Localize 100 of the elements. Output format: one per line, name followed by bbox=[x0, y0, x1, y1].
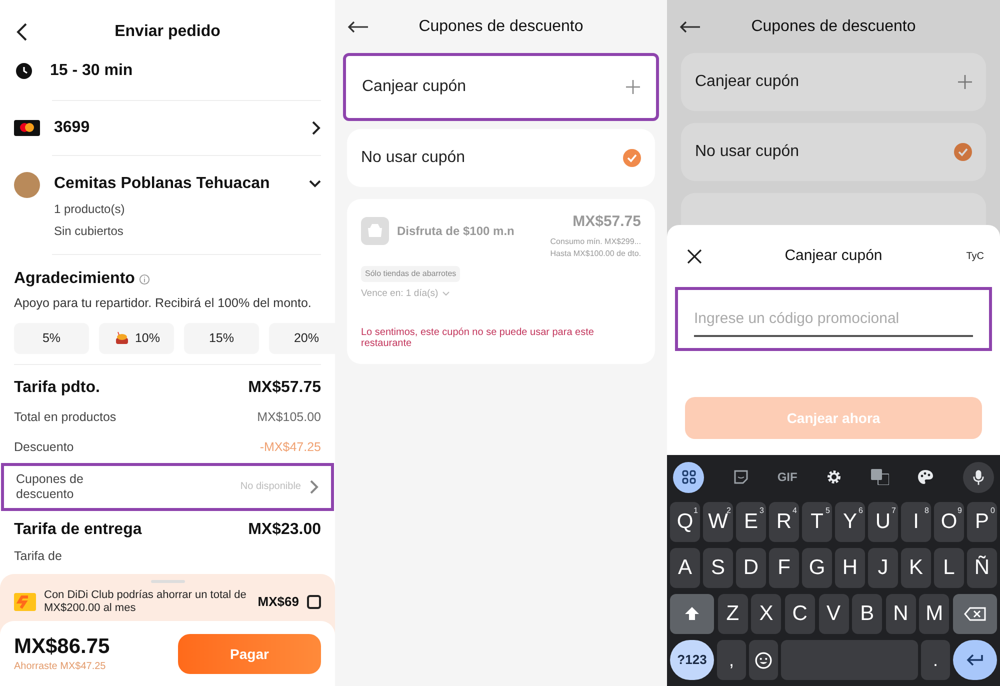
key[interactable]: Ñ bbox=[967, 548, 997, 588]
coupon-expiry: Vence en: 1 día(s) bbox=[361, 286, 438, 300]
key[interactable]: U$^{7}$ bbox=[868, 502, 898, 542]
key-hint: 5 bbox=[826, 506, 830, 515]
tip-option[interactable]: 5% bbox=[14, 322, 89, 354]
expand-chevron-icon[interactable] bbox=[309, 180, 321, 188]
key[interactable]: M bbox=[919, 594, 950, 634]
screen-title: Cupones de descuento bbox=[418, 16, 584, 36]
coupons-row[interactable]: Cupones de descuento No disponible bbox=[1, 462, 334, 511]
coupon-cap: Hasta MX$100.00 de dto. bbox=[550, 248, 641, 260]
key[interactable]: X bbox=[751, 594, 782, 634]
key[interactable]: E$^{3}$ bbox=[736, 502, 766, 542]
cutlery-note: Sin cubiertos bbox=[54, 223, 124, 240]
sticker-icon[interactable] bbox=[732, 469, 749, 485]
delivery-time: 15 - 30 min bbox=[50, 61, 133, 81]
coupon-error-message: Lo sentimos, este cupón no se puede usar para este restaurante bbox=[361, 326, 595, 349]
emoji-key[interactable] bbox=[749, 640, 778, 680]
restaurant-name: Cemitas Poblanas Tehuacan bbox=[54, 174, 271, 194]
redeem-coupon-row[interactable]: Canjear cupón bbox=[343, 53, 659, 121]
apps-grid-icon[interactable] bbox=[673, 462, 704, 492]
no-coupon-row[interactable]: No usar cupón bbox=[681, 123, 986, 181]
fee-label: Descuento bbox=[14, 439, 74, 456]
key[interactable]: L bbox=[934, 548, 964, 588]
chevron-right-icon bbox=[309, 480, 319, 494]
microphone-icon[interactable] bbox=[962, 462, 994, 492]
key-hint: 4 bbox=[792, 506, 797, 515]
key[interactable]: N bbox=[886, 594, 916, 634]
emoji-icon bbox=[755, 652, 772, 668]
comma-key[interactable]: , bbox=[717, 640, 746, 680]
coupon-minimum: Consumo mín. MX$299... bbox=[550, 236, 641, 248]
translate-icon[interactable] bbox=[870, 469, 889, 485]
key-hint: 6 bbox=[858, 506, 863, 515]
back-arrow-icon[interactable] bbox=[679, 20, 701, 32]
no-coupon-label: No usar cupón bbox=[361, 148, 466, 168]
key-hint: 1 bbox=[694, 506, 698, 515]
coupons-status: No disponible bbox=[240, 480, 301, 494]
product-count: 1 producto(s) bbox=[54, 201, 126, 218]
enter-arrow-icon bbox=[966, 654, 984, 666]
no-coupon-row[interactable]: No usar cupón bbox=[347, 129, 655, 187]
enter-key[interactable] bbox=[953, 640, 997, 680]
key[interactable]: O$^{9}$ bbox=[934, 502, 964, 542]
order-total: MX$86.75 bbox=[14, 634, 111, 658]
fee-label: Tarifa de bbox=[14, 548, 63, 565]
key-hint: 2 bbox=[726, 506, 731, 515]
backspace-key[interactable] bbox=[953, 594, 997, 634]
key[interactable]: I $^{8}$ bbox=[901, 502, 931, 542]
key[interactable]: B bbox=[852, 594, 882, 634]
coupon-title: Disfruta de $100 m.n bbox=[397, 223, 514, 240]
key[interactable]: Q$^{1}$ bbox=[670, 502, 700, 542]
key[interactable]: H bbox=[835, 548, 865, 588]
key-hint: 8 bbox=[924, 506, 929, 515]
key[interactable]: Y$^{6}$ bbox=[835, 502, 865, 542]
key-hint: 7 bbox=[892, 506, 896, 515]
backspace-icon bbox=[964, 607, 986, 621]
redeem-label: Canjear cupón bbox=[362, 77, 468, 97]
key[interactable]: J bbox=[868, 548, 898, 588]
key[interactable]: G bbox=[802, 548, 832, 588]
gif-button[interactable]: GIF bbox=[777, 468, 798, 486]
card-icon bbox=[14, 120, 40, 136]
back-icon[interactable] bbox=[16, 23, 28, 41]
palette-icon[interactable] bbox=[917, 469, 934, 485]
tip-option[interactable]: 15% bbox=[184, 322, 259, 354]
key-hint: 3 bbox=[760, 506, 764, 515]
tip-option[interactable]: 10% bbox=[99, 322, 174, 354]
club-checkbox[interactable] bbox=[307, 595, 321, 609]
key[interactable]: S bbox=[703, 548, 733, 588]
key-hint: 9 bbox=[958, 506, 962, 515]
key[interactable]: R$^{4}$ bbox=[769, 502, 799, 542]
key[interactable]: W$^{2}$ bbox=[703, 502, 733, 542]
club-logo-icon bbox=[14, 593, 36, 611]
key[interactable]: V bbox=[818, 594, 848, 634]
key[interactable]: P$^{0}$ bbox=[967, 502, 997, 542]
key[interactable]: C bbox=[784, 594, 815, 634]
key[interactable]: K bbox=[901, 548, 931, 588]
shift-key[interactable] bbox=[670, 594, 714, 634]
key[interactable]: A bbox=[670, 548, 700, 588]
coupon-tag: Sólo tiendas de abarrotes bbox=[361, 266, 460, 282]
symbols-key[interactable]: ?123 bbox=[670, 640, 714, 680]
payment-method-row[interactable]: 3699 bbox=[0, 101, 335, 155]
tip-option[interactable]: 20% bbox=[269, 322, 335, 354]
back-arrow-icon[interactable] bbox=[347, 20, 369, 32]
savings-text: Ahorraste MX$47.25 bbox=[14, 660, 107, 674]
key[interactable]: D bbox=[736, 548, 766, 588]
coupons-label: Cupones de descuento bbox=[16, 472, 84, 502]
fee-amount: MX$105.00 bbox=[257, 409, 321, 426]
key[interactable]: T$^{5}$ bbox=[802, 502, 832, 542]
chevron-right-icon bbox=[311, 121, 321, 135]
row-label: No usar cupón bbox=[695, 142, 800, 162]
key-hint: 0 bbox=[990, 506, 995, 515]
store-icon bbox=[361, 217, 389, 245]
redeem-coupon-row[interactable]: Canjear cupón bbox=[681, 53, 986, 111]
key[interactable]: F bbox=[769, 548, 799, 588]
plus-icon bbox=[958, 75, 972, 89]
club-offer-text: Con DiDi Club podrías ahorrar un total de MX$200.00 al mes bbox=[44, 589, 248, 615]
key[interactable]: Z bbox=[718, 594, 748, 634]
close-icon[interactable] bbox=[687, 248, 702, 264]
period-key[interactable]: . bbox=[921, 640, 950, 680]
fee-amount: MX$57.75 bbox=[248, 378, 321, 398]
info-icon[interactable] bbox=[138, 274, 150, 284]
settings-icon[interactable] bbox=[826, 469, 842, 485]
